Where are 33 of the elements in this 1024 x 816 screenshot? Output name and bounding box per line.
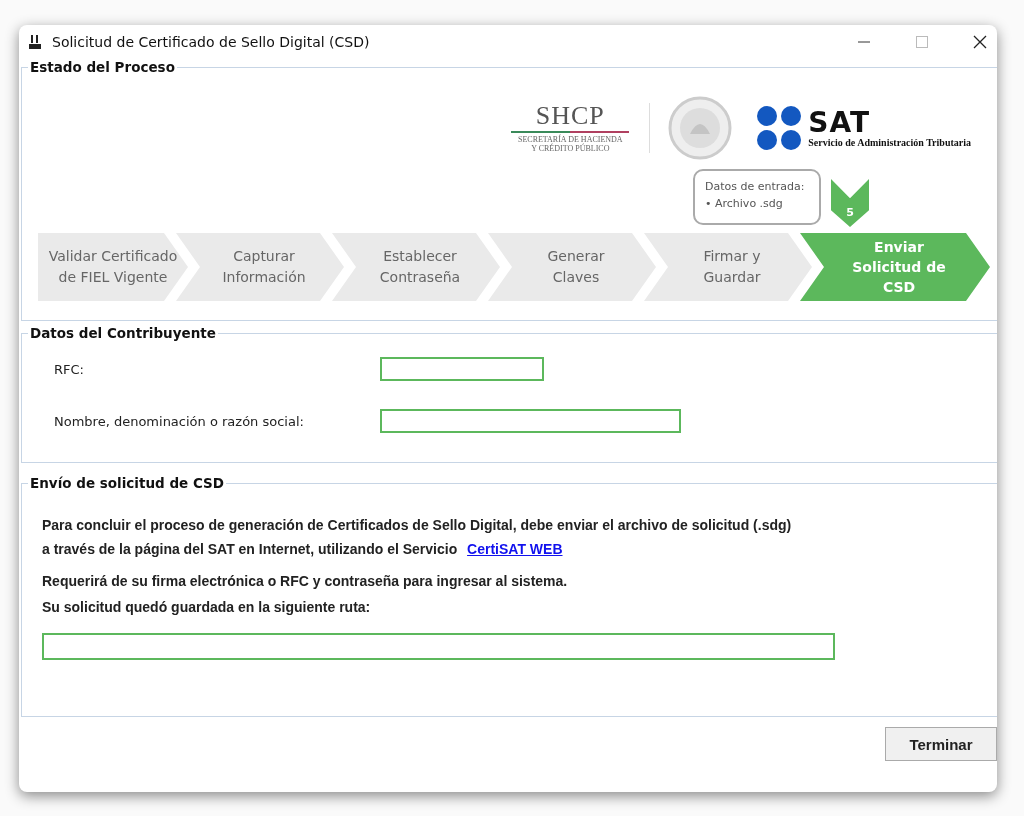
process-step: Validar Certificado de FIEL Vigente bbox=[38, 233, 188, 301]
field-label: RFC: bbox=[54, 361, 85, 377]
close-icon[interactable] bbox=[973, 35, 987, 49]
logo-subtitle: Servicio de Administración Tributaria bbox=[808, 136, 971, 148]
process-step: Generar Claves bbox=[488, 233, 656, 301]
callout-title: Datos de entrada: bbox=[705, 179, 806, 195]
logo-text: SHCP bbox=[535, 103, 605, 129]
instruction-text: Requerirá de su firma electrónica o RFC y contraseña para ingresar al sistema. bbox=[42, 573, 569, 589]
logo-subtitle: Y CRÉDITO PÚBLICO bbox=[531, 144, 610, 153]
maximize-icon[interactable] bbox=[915, 35, 929, 49]
instruction-text: Su solicitud quedó guardada en la siguiente ruta: bbox=[42, 599, 372, 615]
app-icon bbox=[28, 34, 42, 50]
process-step: Capturar Información bbox=[176, 233, 344, 301]
process-step: Establecer Contraseña bbox=[332, 233, 500, 301]
logo-subtitle: SECRETARÍA DE HACIENDA bbox=[517, 135, 623, 144]
window-title: Solicitud de Certificado de Sello Digital (CSD) bbox=[52, 34, 370, 50]
link[interactable]: CertiSAT WEB bbox=[467, 541, 563, 557]
logo-text: SAT bbox=[808, 108, 872, 137]
field-label: Nombre, denominación o razón social: bbox=[54, 413, 305, 429]
seal-drawing bbox=[668, 96, 733, 160]
process-step: Enviar Solicitud de CSD bbox=[800, 233, 990, 301]
section-title: Datos del Contribuyente bbox=[29, 325, 217, 341]
step-marker: 5 bbox=[831, 179, 869, 227]
process-step: Firmar y Guardar bbox=[644, 233, 812, 301]
instruction-text: Para concluir el proceso de generación de Certificados de Sello Digital, debe enviar el archivo de solicitud (.sdg) a través de la página del SAT en Internet, utilizando el Servicio CertiSAT WEB bbox=[42, 516, 792, 559]
finish-button[interactable]: Terminar bbox=[885, 727, 997, 761]
input-field[interactable] bbox=[380, 357, 544, 381]
input-field[interactable] bbox=[380, 409, 681, 433]
dots-icon bbox=[756, 105, 803, 151]
section-title: Estado del Proceso bbox=[29, 59, 176, 75]
section-title: Envío de solicitud de CSD bbox=[29, 475, 225, 491]
path-field[interactable] bbox=[42, 633, 835, 660]
callout-item: • Archivo .sdg bbox=[705, 196, 784, 212]
